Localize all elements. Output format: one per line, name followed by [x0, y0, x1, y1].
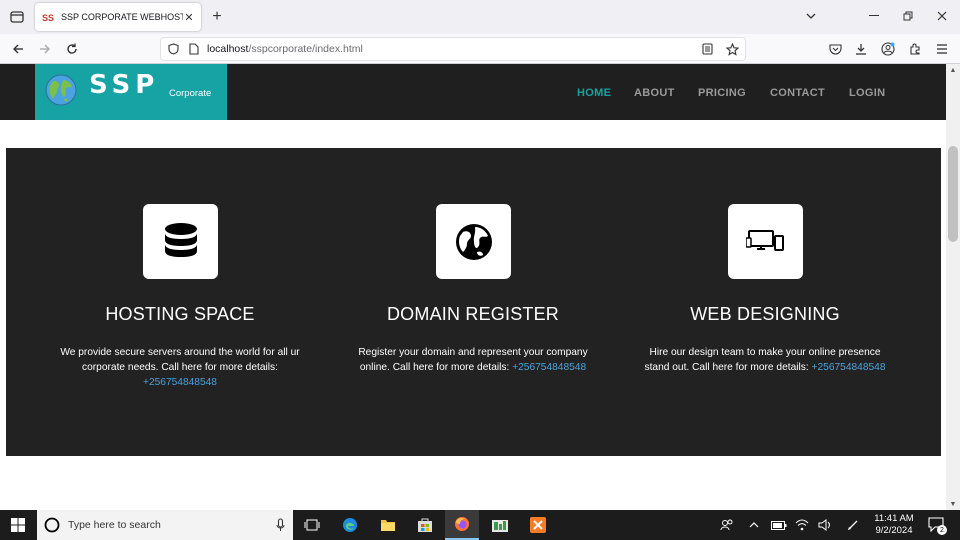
taskbar-search[interactable]: Type here to search	[37, 510, 293, 540]
extensions-icon[interactable]	[904, 38, 926, 60]
list-all-tabs-icon[interactable]	[800, 5, 822, 27]
pen-workspace-icon[interactable]	[845, 517, 861, 533]
bookmark-star-icon[interactable]	[723, 40, 741, 58]
database-icon	[143, 204, 218, 279]
store-icon[interactable]	[408, 510, 442, 540]
windows-start-icon[interactable]	[0, 510, 36, 540]
menu-home[interactable]: HOME	[577, 87, 611, 99]
sublime-app-icon[interactable]	[483, 510, 517, 540]
feature-phone-link[interactable]: +256754848548	[512, 362, 586, 373]
feature-description: Register your domain and represent your …	[345, 345, 601, 375]
globe-icon	[436, 204, 511, 279]
file-explorer-icon[interactable]	[371, 510, 405, 540]
show-hidden-icons-chevron-icon[interactable]	[746, 517, 762, 533]
tab-list-icon[interactable]	[6, 6, 28, 28]
menu-about[interactable]: ABOUT	[634, 87, 675, 99]
restore-icon[interactable]	[897, 5, 919, 27]
scroll-down-icon[interactable]: ▼	[949, 500, 957, 508]
volume-icon[interactable]	[817, 517, 833, 533]
svg-text:SS: SS	[42, 13, 54, 23]
forward-icon[interactable]	[34, 38, 56, 60]
account-icon[interactable]	[877, 38, 899, 60]
address-bar[interactable]: localhost/sspcorporate/index.html	[160, 37, 746, 61]
logo-subtitle: Corporate	[169, 88, 212, 99]
feature-description: We provide secure servers around the wor…	[52, 345, 308, 390]
url-path: /sspcorporate/index.html	[248, 43, 363, 55]
features-section: HOSTING SPACE We provide secure servers …	[6, 148, 941, 456]
search-placeholder: Type here to search	[68, 519, 161, 531]
page-scrollbar[interactable]: ▲ ▼	[946, 64, 960, 510]
browser-tab[interactable]: SS SSP CORPORATE WEBHOSTING ✕	[35, 3, 201, 31]
microphone-icon[interactable]	[276, 518, 285, 532]
feature-domain: DOMAIN REGISTER Register your domain and…	[323, 148, 623, 456]
feature-phone-link[interactable]: +256754848548	[812, 362, 886, 373]
tab-close-icon[interactable]: ✕	[183, 11, 195, 24]
back-icon[interactable]	[7, 38, 29, 60]
feature-web-design: WEB DESIGNING Hire our design team to ma…	[615, 148, 915, 456]
tab-title: SSP CORPORATE WEBHOSTING	[61, 12, 183, 22]
page-info-icon[interactable]	[185, 40, 203, 58]
reader-view-icon[interactable]	[698, 40, 716, 58]
url-text[interactable]: localhost/sspcorporate/index.html	[207, 43, 695, 55]
task-view-icon[interactable]	[295, 510, 329, 540]
notification-badge: 2	[937, 525, 947, 535]
pocket-icon[interactable]	[824, 38, 846, 60]
wifi-icon[interactable]	[794, 517, 810, 533]
menu-hamburger-icon[interactable]	[931, 38, 953, 60]
feature-description: Hire our design team to make your online…	[637, 345, 893, 375]
site-header: SSP Corporate HOME ABOUT PRICING CONTACT…	[0, 64, 946, 120]
windows-taskbar: Type here to search 11:41 AM 9/2/2024 2	[0, 510, 960, 540]
xampp-icon[interactable]	[521, 510, 555, 540]
menu-login[interactable]: LOGIN	[849, 87, 885, 99]
menu-contact[interactable]: CONTACT	[770, 87, 825, 99]
logo-text: SSP	[89, 70, 160, 100]
clock-time: 11:41 AM	[874, 513, 914, 524]
taskbar-clock[interactable]: 11:41 AM 9/2/2024	[870, 513, 918, 537]
shield-icon[interactable]	[164, 40, 182, 58]
browser-nav-bar: localhost/sspcorporate/index.html	[0, 34, 960, 64]
browser-tab-bar: SS SSP CORPORATE WEBHOSTING ✕ +	[0, 0, 960, 34]
edge-icon[interactable]	[333, 510, 367, 540]
feature-title: DOMAIN REGISTER	[386, 304, 559, 324]
reload-icon[interactable]	[61, 38, 83, 60]
battery-icon[interactable]	[771, 517, 787, 533]
scroll-up-icon[interactable]: ▲	[949, 66, 957, 74]
search-circle-icon	[44, 517, 60, 533]
scroll-thumb[interactable]	[948, 146, 958, 242]
feature-title: HOSTING SPACE	[105, 304, 255, 324]
feature-title: WEB DESIGNING	[690, 304, 840, 324]
feature-description-text: We provide secure servers around the wor…	[60, 347, 300, 373]
downloads-icon[interactable]	[850, 38, 872, 60]
logo-globe-icon	[45, 74, 77, 106]
new-tab-icon[interactable]: +	[208, 8, 226, 26]
url-host: localhost	[207, 43, 249, 55]
menu-pricing[interactable]: PRICING	[698, 87, 746, 99]
feature-phone-link[interactable]: +256754848548	[143, 377, 217, 388]
devices-icon	[728, 204, 803, 279]
minimize-icon[interactable]	[863, 5, 885, 27]
site-favicon-icon: SS	[41, 10, 55, 24]
site-logo[interactable]: SSP Corporate	[35, 64, 227, 120]
people-icon[interactable]	[719, 517, 735, 533]
clock-date: 9/2/2024	[875, 525, 913, 536]
page-viewport: SSP Corporate HOME ABOUT PRICING CONTACT…	[0, 64, 946, 510]
feature-hosting: HOSTING SPACE We provide secure servers …	[30, 148, 330, 456]
close-window-icon[interactable]	[931, 5, 953, 27]
firefox-icon[interactable]	[445, 510, 479, 540]
